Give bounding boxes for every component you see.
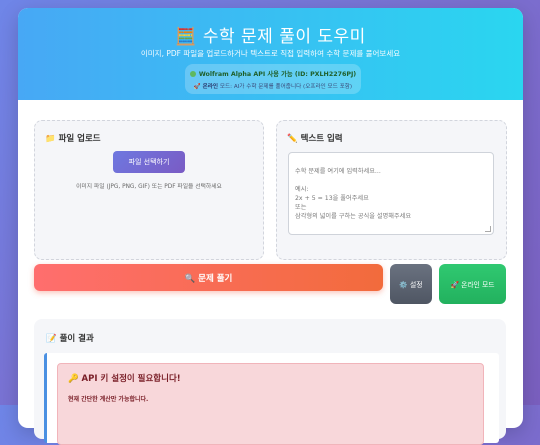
online-desc: 모드: AI가 수학 문제를 풀어줍니다 (오프라인 모드 포함) <box>219 84 353 90</box>
api-key-alert: 🔑 API 키 설정이 필요합니다! 현재 간단한 계산만 가능합니다. <box>57 363 484 445</box>
app-header: 🧮 수학 문제 풀이 도우미 이미지, PDF 파일을 업로드하거나 텍스트로 직… <box>18 8 523 100</box>
page-title-text: 수학 문제 풀이 도우미 <box>202 27 366 47</box>
text-input-title-text: 텍스트 입력 <box>300 134 343 144</box>
page-title: 🧮 수학 문제 풀이 도우미 <box>18 22 523 47</box>
result-panel: 📝 풀이 결과 🔑 API 키 설정이 필요합니다! 현재 간단한 계산만 가능… <box>34 319 506 445</box>
problem-textarea[interactable]: 수학 문제를 여기에 입력하세요... 예시: 2x + 5 = 13을 풀어주… <box>288 152 494 235</box>
text-input-panel: ✏️ 텍스트 입력 수학 문제를 여기에 입력하세요... 예시: 2x + 5… <box>276 120 507 260</box>
result-title: 📝 풀이 결과 <box>46 332 94 344</box>
api-status-badge: Wolfram Alpha API 사용 가능 (ID: PXLH2276PJ)… <box>185 64 361 94</box>
file-upload-panel[interactable]: 📁 파일 업로드 파일 선택하기 이미지 파일 (JPG, PNG, GIF) … <box>34 120 264 260</box>
rocket-icon: 🚀 <box>193 84 201 90</box>
file-select-button[interactable]: 파일 선택하기 <box>113 151 185 173</box>
online-mode-line: 🚀 온라인 모드: AI가 수학 문제를 풀어줍니다 (오프라인 모드 포함) <box>185 82 361 90</box>
result-title-text: 풀이 결과 <box>59 334 94 344</box>
pencil-icon: ✏️ <box>287 134 298 144</box>
file-upload-hint: 이미지 파일 (JPG, PNG, GIF) 또는 PDF 파일을 선택하세요 <box>76 184 222 190</box>
status-dot-icon <box>189 71 196 77</box>
api-status-text: Wolfram Alpha API 사용 가능 (ID: PXLH2276PJ) <box>198 71 357 78</box>
solve-button[interactable]: 🔍 문제 풀기 <box>34 264 383 291</box>
settings-button[interactable]: ⚙️ 설정 <box>390 264 432 304</box>
online-mode-button[interactable]: 🚀 온라인 모드 <box>439 264 506 304</box>
result-content: 🔑 API 키 설정이 필요합니다! 현재 간단한 계산만 가능합니다. <box>44 353 499 445</box>
file-upload-title-text: 파일 업로드 <box>58 134 101 144</box>
text-input-title: ✏️ 텍스트 입력 <box>287 132 343 144</box>
folder-icon: 📁 <box>45 134 56 144</box>
file-upload-title: 📁 파일 업로드 <box>45 132 101 144</box>
textarea-placeholder: 수학 문제를 여기에 입력하세요... 예시: 2x + 5 = 13을 풀어주… <box>295 167 412 220</box>
alert-title: 🔑 API 키 설정이 필요합니다! <box>68 374 181 384</box>
resize-handle-icon[interactable] <box>485 226 491 232</box>
memo-icon: 📝 <box>46 334 57 344</box>
abacus-icon: 🧮 <box>175 27 197 47</box>
page-subtitle: 이미지, PDF 파일을 업로드하거나 텍스트로 직접 입력하여 수학 문제를 … <box>140 49 401 58</box>
api-status-line: Wolfram Alpha API 사용 가능 (ID: PXLH2276PJ) <box>185 69 361 78</box>
online-label: 온라인 <box>202 84 219 90</box>
alert-text: 현재 간단한 계산만 가능합니다. <box>68 396 149 403</box>
